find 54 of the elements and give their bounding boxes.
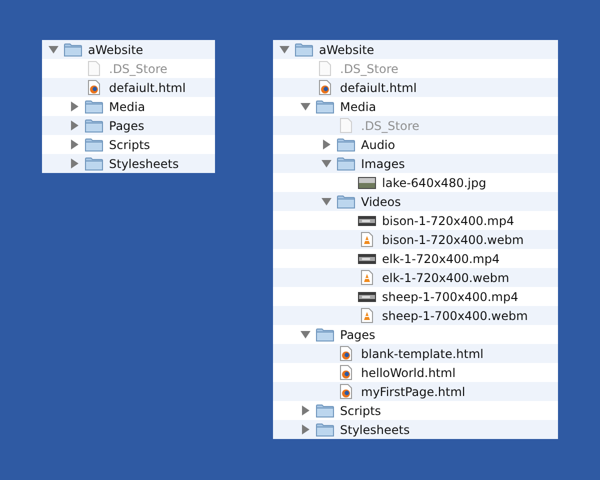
collapse-triangle-icon[interactable] (321, 158, 332, 169)
video-thumbnail-icon (358, 254, 376, 264)
expand-triangle-icon[interactable] (69, 139, 80, 150)
collapse-triangle-icon[interactable] (321, 196, 332, 207)
expand-triangle-icon[interactable] (69, 120, 80, 131)
file-name[interactable]: sheep-1-700x400.mp4 (382, 290, 518, 304)
file-name[interactable]: lake-640x480.jpg (382, 176, 486, 190)
folder-icon (295, 42, 313, 56)
collapse-triangle-icon[interactable] (279, 44, 290, 55)
expand-triangle-icon[interactable] (69, 101, 80, 112)
expand-triangle-icon[interactable] (321, 139, 332, 150)
file-name[interactable]: elk-1-720x400.mp4 (382, 252, 500, 266)
folder-icon (85, 100, 103, 114)
folder-icon (85, 156, 103, 170)
folder-icon (64, 42, 82, 56)
expand-triangle-icon[interactable] (300, 424, 311, 435)
file-name[interactable]: Scripts (109, 138, 150, 152)
folder-icon (337, 138, 355, 152)
file-name[interactable]: Scripts (340, 404, 382, 418)
folder-icon (337, 156, 355, 170)
folder-icon (85, 118, 103, 132)
file-name[interactable]: Pages (340, 328, 376, 342)
web-page-icon (88, 80, 100, 95)
folder-icon (316, 422, 334, 436)
file-name[interactable]: helloWorld.html (361, 366, 456, 380)
collapse-triangle-icon[interactable] (48, 44, 59, 55)
file-name[interactable]: Pages (109, 118, 144, 132)
file-name[interactable]: Media (340, 100, 376, 114)
web-page-icon (340, 384, 352, 399)
web-page-icon (319, 80, 331, 95)
cone-document-icon (361, 270, 373, 285)
cone-document-icon (361, 232, 373, 247)
collapse-triangle-icon[interactable] (300, 101, 311, 112)
folder-icon (85, 138, 103, 152)
file-name[interactable]: Media (109, 100, 146, 114)
file-name[interactable]: Images (361, 156, 405, 170)
landscape-thumbnail-icon (358, 176, 376, 188)
file-name[interactable]: Audio (361, 138, 396, 152)
file-name[interactable]: defaiult.html (340, 80, 417, 94)
web-page-icon (340, 346, 352, 361)
folder-icon (316, 100, 334, 114)
folder-icon (337, 194, 355, 208)
folder-icon (316, 328, 334, 342)
video-thumbnail-icon (358, 292, 376, 302)
file-name[interactable]: Stylesheets (340, 422, 410, 436)
file-name[interactable]: bison-1-720x400.mp4 (382, 214, 514, 228)
video-thumbnail-icon (358, 216, 376, 226)
expand-triangle-icon[interactable] (69, 158, 80, 169)
cone-document-icon (361, 308, 373, 323)
file-name[interactable]: aWebsite (319, 42, 374, 56)
collapse-triangle-icon[interactable] (300, 329, 311, 340)
expand-triangle-icon[interactable] (300, 405, 311, 416)
folder-icon (316, 404, 334, 418)
file-name[interactable]: Videos (361, 194, 401, 208)
